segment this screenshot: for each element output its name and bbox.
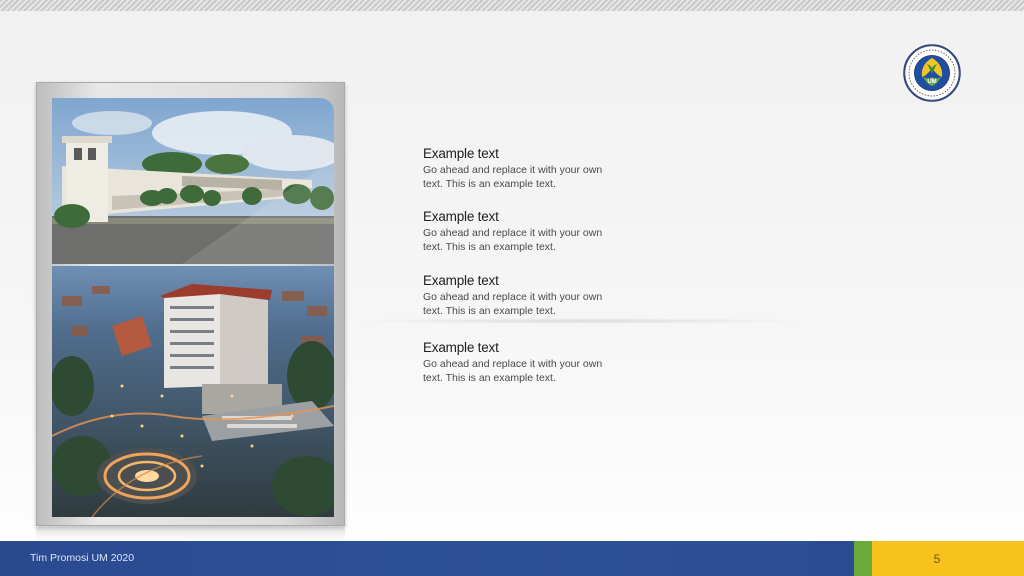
- text-block: Example text Go ahead and replace it wit…: [423, 339, 623, 385]
- page-number: 5: [933, 552, 941, 566]
- text-block-body: Go ahead and replace it with your own te…: [423, 358, 603, 384]
- text-block: Example text Go ahead and replace it wit…: [423, 208, 623, 254]
- photo-frame: [36, 82, 345, 526]
- footer-green-accent: [854, 541, 872, 576]
- frame-reflection: [36, 527, 345, 541]
- text-block-body: Go ahead and replace it with your own te…: [423, 227, 603, 253]
- text-block-title: Example text: [423, 146, 499, 161]
- campus-aerial-night-photo: [52, 266, 334, 517]
- campus-building-photo: [52, 98, 334, 264]
- text-block: Example text Go ahead and replace it wit…: [423, 145, 623, 191]
- text-block: Example text Go ahead and replace it wit…: [423, 272, 623, 318]
- svg-text:UM: UM: [927, 79, 936, 85]
- footer-label: Tim Promosi UM 2020: [30, 552, 135, 564]
- text-block-body: Go ahead and replace it with your own te…: [423, 291, 603, 317]
- university-seal-icon: UM: [903, 44, 961, 102]
- text-block-title: Example text: [423, 340, 499, 355]
- decorative-shine-line: [350, 318, 810, 324]
- text-block-title: Example text: [423, 209, 499, 224]
- text-block-body: Go ahead and replace it with your own te…: [423, 164, 603, 190]
- footer-yellow-accent: [872, 541, 1024, 576]
- top-decorative-stripe: [0, 0, 1024, 11]
- text-block-title: Example text: [423, 273, 499, 288]
